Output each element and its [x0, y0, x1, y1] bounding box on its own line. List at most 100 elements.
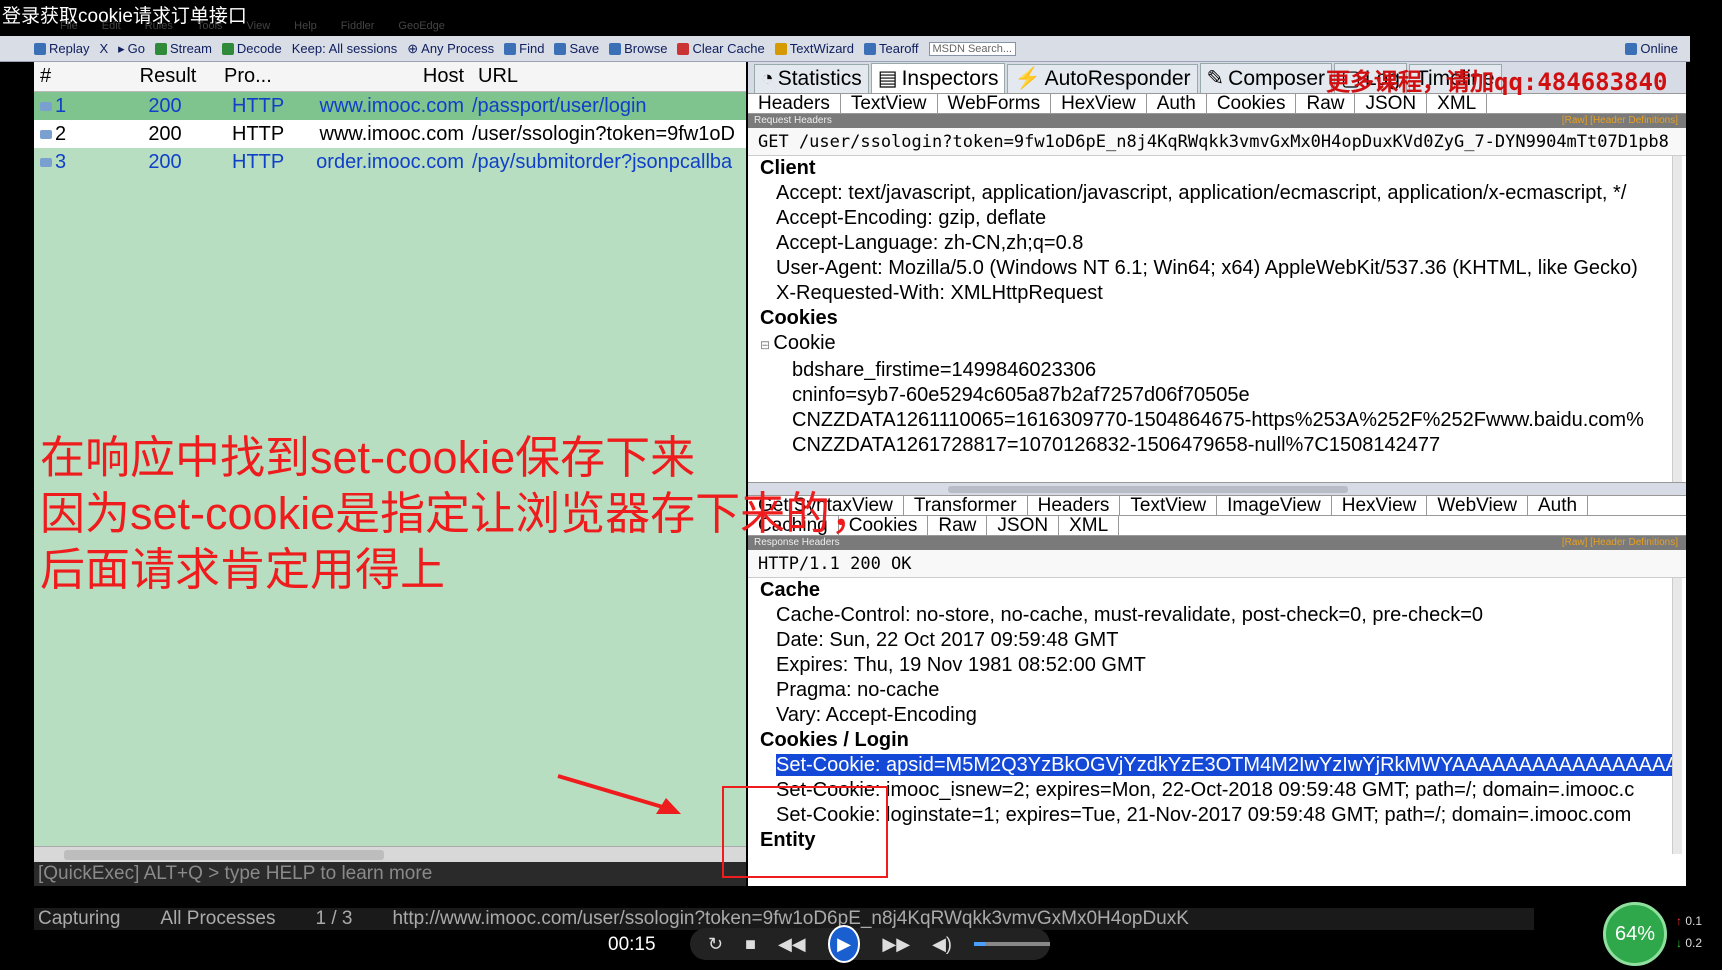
save-button[interactable]: Save — [554, 41, 599, 56]
volume-slider[interactable] — [973, 942, 1050, 946]
request-headers-bar: Request Headers [Raw] [Header Definitions… — [748, 114, 1686, 128]
rewind-icon[interactable]: ◀◀ — [778, 934, 806, 955]
set-cookie-line[interactable]: Set-Cookie: loginstate=1; expires=Tue, 2… — [748, 803, 1686, 828]
header-definitions-link[interactable]: [Raw] [Header Definitions] — [1562, 536, 1678, 550]
cookie-value: CNZZDATA1261110065=1616309770-1504864675… — [792, 409, 1644, 431]
textwizard-button[interactable]: TextWizard — [774, 41, 854, 56]
resp-tab-transformer[interactable]: Transformer — [904, 496, 1028, 515]
session-row[interactable]: 3 200 HTTP order.imooc.com /pay/submitor… — [34, 148, 746, 176]
playback-time: 00:15 — [608, 934, 656, 955]
composer-icon: ✎ — [1206, 67, 1225, 90]
download-arrow-icon: ↓ — [1676, 936, 1686, 950]
menu-edit[interactable]: Edit — [102, 20, 121, 36]
go-icon: ▸ — [118, 40, 125, 56]
response-line: HTTP/1.1 200 OK — [748, 550, 1686, 578]
menu-help[interactable]: Help — [294, 20, 317, 36]
menu-rules[interactable]: Rules — [145, 20, 173, 36]
cookie-value: CNZZDATA1261728817=1070126832-1506479658… — [792, 434, 1441, 456]
tab-composer[interactable]: ✎ Composer — [1199, 63, 1333, 93]
stop-icon[interactable]: ■ — [745, 934, 756, 955]
annotation-arrow — [557, 774, 681, 814]
volume-icon[interactable]: ◀) — [932, 934, 952, 955]
tearoff-icon — [864, 42, 876, 55]
binoculars-icon — [504, 42, 517, 55]
request-icon — [40, 157, 52, 167]
annotation-line: 后面请求肯定用得上 — [40, 544, 446, 595]
resp-tab-raw[interactable]: Raw — [928, 516, 988, 535]
resp-tab-auth[interactable]: Auth — [1528, 496, 1589, 515]
col-url[interactable]: URL — [472, 65, 518, 88]
session-row[interactable]: 1 200 HTTP www.imooc.com /passport/user/… — [34, 92, 746, 120]
play-button[interactable]: ▶ — [827, 925, 861, 963]
request-vscrollbar[interactable] — [1672, 156, 1682, 482]
forward-icon[interactable]: ▶▶ — [882, 934, 910, 955]
clear-cache-icon — [677, 42, 690, 55]
menu-view[interactable]: View — [247, 20, 271, 36]
screen-edge — [1690, 36, 1722, 930]
keep-sessions-dropdown[interactable]: Keep: All sessions — [292, 41, 398, 56]
header-line: Cache-Control: no-store, no-cache, must-… — [776, 604, 1484, 626]
request-line: GET /user/ssologin?token=9fw1oD6pE_n8j4K… — [748, 128, 1686, 156]
req-tab-headers[interactable]: Headers — [748, 94, 841, 113]
replay-button[interactable]: Replay — [34, 41, 89, 56]
online-indicator[interactable]: Online — [1625, 41, 1678, 56]
resp-tab-webview[interactable]: WebView — [1427, 496, 1528, 515]
loop-icon[interactable]: ↻ — [708, 934, 723, 955]
req-tab-cookies[interactable]: Cookies — [1207, 94, 1297, 113]
tab-statistics[interactable]: ◔ Statistics — [754, 64, 869, 93]
cookie-node[interactable]: ⊟ Cookie — [748, 331, 1686, 358]
upload-arrow-icon: ↑ — [1676, 914, 1686, 928]
decode-button[interactable]: Decode — [221, 41, 282, 56]
cookie-value: bdshare_firstime=1499846023306 — [792, 359, 1097, 381]
stream-button[interactable]: Stream — [155, 41, 212, 56]
clear-cache-button[interactable]: Clear Cache — [677, 41, 765, 56]
save-icon — [554, 42, 567, 55]
response-vscrollbar[interactable] — [1672, 578, 1682, 854]
go-button[interactable]: ▸ Go — [118, 41, 145, 57]
resp-tab-json[interactable]: JSON — [987, 516, 1060, 535]
sessions-hscrollbar[interactable] — [34, 846, 746, 862]
remove-button[interactable]: X — [99, 41, 108, 56]
resp-tab-headers[interactable]: Headers — [1028, 496, 1121, 515]
sessions-header: # Result Pro... Host URL — [34, 62, 746, 92]
annotation-line: 因为set-cookie是指定让浏览器存下来的， — [40, 488, 876, 539]
entity-section[interactable]: Entity — [748, 828, 1686, 853]
find-button[interactable]: Find — [504, 41, 544, 56]
resp-tab-hexview[interactable]: HexView — [1332, 496, 1428, 515]
menu-tools[interactable]: Tools — [197, 20, 223, 36]
set-cookie-line[interactable]: Set-Cookie: imooc_isnew=2; expires=Mon, … — [748, 778, 1686, 803]
header-definitions-link[interactable]: [Raw] [Header Definitions] — [1562, 114, 1678, 128]
menu-file[interactable]: File — [60, 20, 78, 36]
client-section[interactable]: Client — [748, 156, 1686, 181]
col-host[interactable]: Host — [304, 65, 472, 88]
tearoff-button[interactable]: Tearoff — [864, 41, 919, 56]
col-protocol[interactable]: Pro... — [218, 65, 304, 88]
session-row[interactable]: 2 200 HTTP www.imooc.com /user/ssologin?… — [34, 120, 746, 148]
cookies-login-section[interactable]: Cookies / Login — [748, 728, 1686, 753]
quickexec-input[interactable]: [QuickExec] ALT+Q > type HELP to learn m… — [34, 862, 746, 886]
cache-section[interactable]: Cache — [748, 578, 1686, 603]
resp-tab-xml[interactable]: XML — [1059, 516, 1120, 535]
req-tab-textview[interactable]: TextView — [841, 94, 938, 113]
menu-geoedge[interactable]: GeoEdge — [398, 20, 444, 36]
resp-tab-textview[interactable]: TextView — [1120, 496, 1218, 515]
capturing-toggle[interactable]: Capturing — [38, 908, 120, 930]
response-headers-bar: Response Headers [Raw] [Header Definition… — [748, 536, 1686, 550]
panel-splitter[interactable] — [748, 482, 1686, 496]
req-tab-auth[interactable]: Auth — [1147, 94, 1207, 113]
process-filter[interactable]: All Processes — [160, 908, 275, 930]
col-result[interactable]: Result — [112, 65, 218, 88]
col-num[interactable]: # — [34, 65, 112, 88]
req-tab-webforms[interactable]: WebForms — [938, 94, 1052, 113]
req-tab-hexview[interactable]: HexView — [1051, 94, 1147, 113]
resp-tab-imageview[interactable]: ImageView — [1217, 496, 1332, 515]
tab-inspectors[interactable]: ▤ Inspectors — [870, 63, 1006, 93]
msdn-search-input[interactable]: MSDN Search... — [928, 41, 1016, 56]
header-line: Accept-Language: zh-CN,zh;q=0.8 — [776, 232, 1084, 254]
tab-autoresponder[interactable]: ⚡ AutoResponder — [1007, 64, 1198, 93]
cookies-section[interactable]: Cookies — [748, 306, 1686, 331]
any-process-button[interactable]: ⊕ Any Process — [407, 41, 494, 57]
set-cookie-line[interactable]: Set-Cookie: apsid=M5M2Q3YzBkOGVjYzdkYzE3… — [748, 753, 1686, 778]
browse-button[interactable]: Browse — [609, 41, 667, 56]
menu-fiddler[interactable]: Fiddler — [341, 20, 375, 36]
